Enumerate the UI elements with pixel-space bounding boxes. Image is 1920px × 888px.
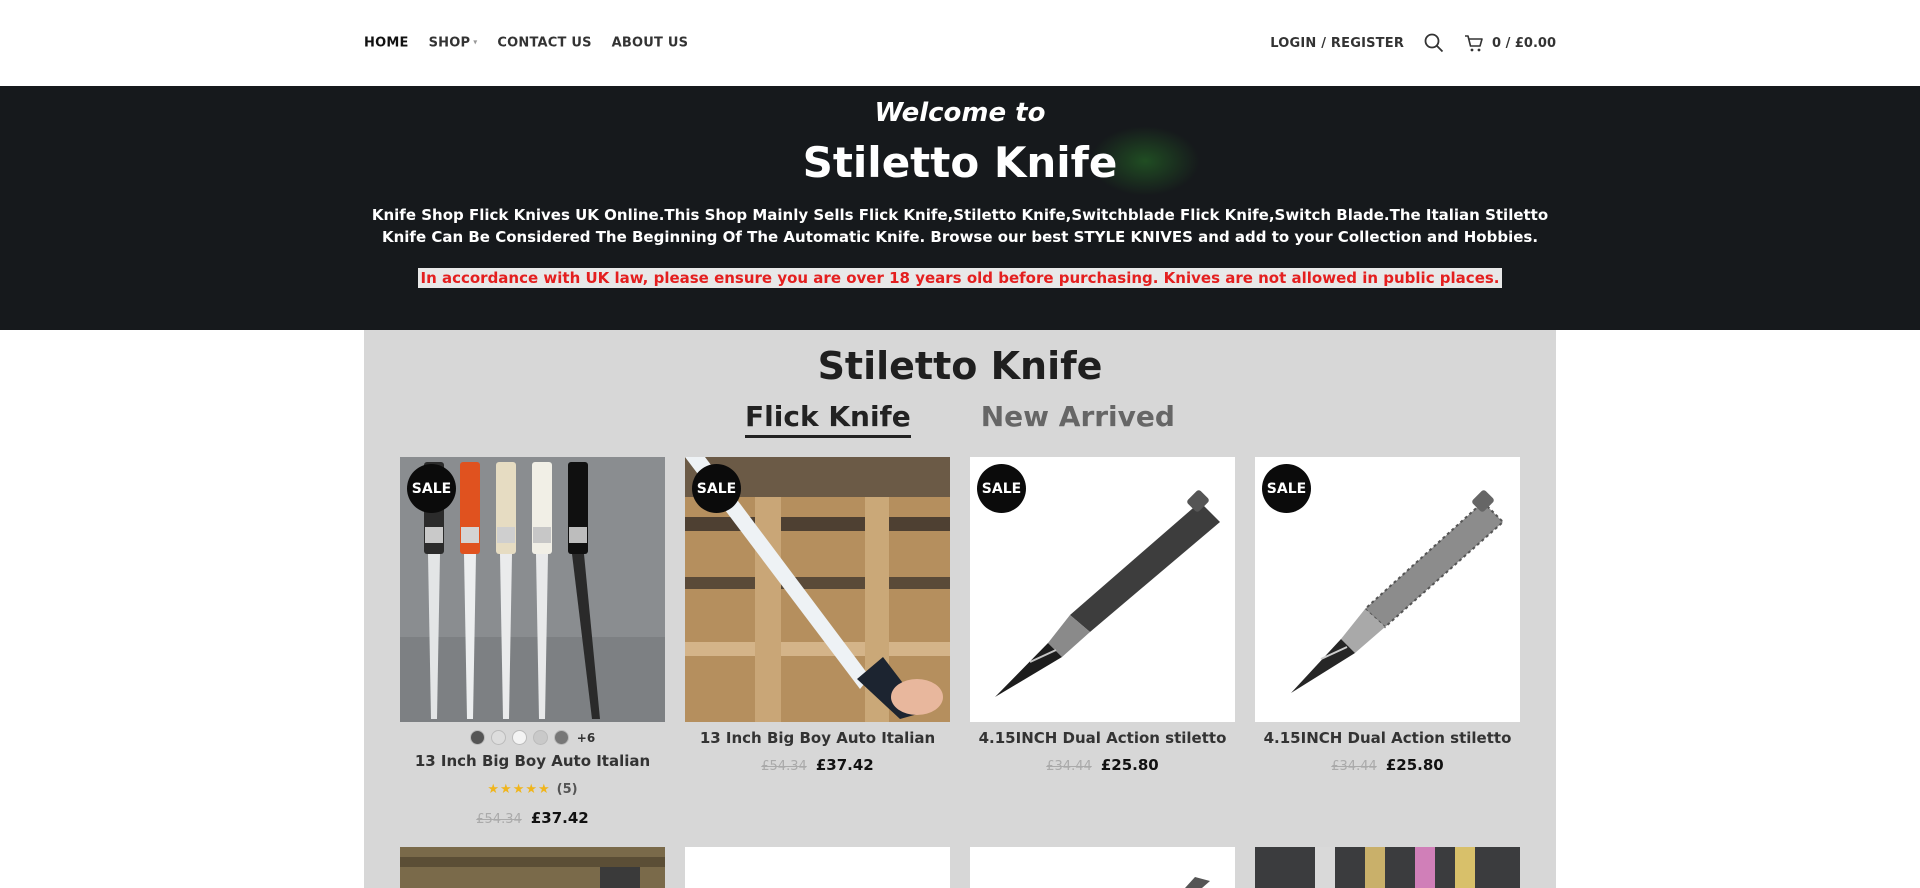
product-name[interactable]: 4.15INCH Dual Action stiletto bbox=[1255, 729, 1520, 747]
sale-badge: SALE bbox=[977, 464, 1026, 513]
product-name[interactable]: 13 Inch Big Boy Auto Italian bbox=[685, 729, 950, 747]
cart-total: 0 / £0.00 bbox=[1492, 35, 1556, 51]
product-image[interactable] bbox=[400, 847, 665, 888]
product-card: SALE +6 13 Inch Big Boy Auto Italian ★★★… bbox=[400, 457, 665, 837]
cart-icon bbox=[1465, 35, 1483, 52]
old-price: £54.34 bbox=[476, 812, 522, 827]
review-count[interactable]: (5) bbox=[557, 782, 578, 797]
product-tabs: Flick Knife New Arrived bbox=[364, 400, 1556, 438]
swatch-option[interactable] bbox=[553, 730, 569, 745]
chevron-down-icon: ▾ bbox=[473, 37, 478, 47]
product-image[interactable] bbox=[685, 847, 950, 888]
tab-new-arrived[interactable]: New Arrived bbox=[981, 400, 1175, 438]
login-register-link[interactable]: LOGIN / REGISTER bbox=[1270, 36, 1404, 51]
nav-about[interactable]: ABOUT US bbox=[612, 36, 689, 51]
header-actions: LOGIN / REGISTER 0 / £0.00 bbox=[1270, 33, 1556, 53]
main-nav: HOME SHOP ▾ CONTACT US ABOUT US bbox=[364, 36, 688, 51]
sale-badge: SALE bbox=[692, 464, 741, 513]
site-header: HOME SHOP ▾ CONTACT US ABOUT US LOGIN / R… bbox=[0, 0, 1920, 86]
product-image[interactable] bbox=[1255, 847, 1520, 888]
hero-description: Knife Shop Flick Knives UK Online.This S… bbox=[371, 206, 1549, 246]
nav-shop-label: SHOP bbox=[428, 35, 471, 51]
sale-badge: SALE bbox=[1262, 464, 1311, 513]
swatch-option[interactable] bbox=[532, 730, 548, 745]
sale-price: £25.80 bbox=[1385, 756, 1444, 774]
product-card: SALE 13 Inch Big Boy Auto Italian £54.34… bbox=[685, 457, 950, 797]
more-swatches[interactable]: +6 bbox=[577, 731, 595, 745]
hero-title: Stiletto Knife bbox=[802, 138, 1118, 187]
age-warning: In accordance with UK law, please ensure… bbox=[418, 268, 1502, 288]
product-price: £34.44 £25.80 bbox=[970, 755, 1235, 774]
sale-price: £25.80 bbox=[1100, 756, 1159, 774]
tab-flick-knife[interactable]: Flick Knife bbox=[745, 400, 911, 438]
old-price: £34.44 bbox=[1331, 759, 1377, 774]
product-name[interactable]: 13 Inch Big Boy Auto Italian bbox=[400, 752, 665, 770]
hero-banner: Welcome to Stiletto Knife Knife Shop Fli… bbox=[0, 86, 1920, 330]
product-price: £54.34 £37.42 bbox=[685, 755, 950, 774]
product-card: SALE 4.15INCH Dual Action stiletto £34.4… bbox=[1255, 457, 1520, 797]
swatch-option[interactable] bbox=[511, 730, 527, 745]
nav-contact[interactable]: CONTACT US bbox=[497, 36, 591, 51]
product-rating: ★★★★★ (5) bbox=[400, 782, 665, 797]
sale-price: £37.42 bbox=[815, 756, 874, 774]
age-warning-row: In accordance with UK law, please ensure… bbox=[0, 268, 1920, 288]
nav-home[interactable]: HOME bbox=[364, 36, 409, 51]
products-section: Stiletto Knife Flick Knife New Arrived S… bbox=[364, 330, 1556, 888]
product-card: SALE 4.15INCH Dual Action stiletto £34.4… bbox=[970, 457, 1235, 797]
sale-price: £37.42 bbox=[530, 809, 589, 827]
swatch-option[interactable] bbox=[490, 730, 506, 745]
product-image[interactable] bbox=[970, 847, 1235, 888]
nav-shop[interactable]: SHOP ▾ bbox=[429, 36, 478, 51]
star-rating-icon: ★★★★★ bbox=[487, 782, 551, 797]
swatch-option[interactable] bbox=[469, 730, 485, 745]
hero-welcome: Welcome to bbox=[874, 98, 1046, 128]
color-swatches: +6 bbox=[400, 730, 665, 745]
product-name[interactable]: 4.15INCH Dual Action stiletto bbox=[970, 729, 1235, 747]
product-price: £54.34 £37.42 bbox=[400, 808, 665, 827]
search-icon[interactable] bbox=[1424, 33, 1444, 53]
section-title: Stiletto Knife bbox=[817, 344, 1103, 388]
old-price: £34.44 bbox=[1046, 759, 1092, 774]
old-price: £54.34 bbox=[761, 759, 807, 774]
product-price: £34.44 £25.80 bbox=[1255, 755, 1520, 774]
sale-badge: SALE bbox=[407, 464, 456, 513]
cart-button[interactable]: 0 / £0.00 bbox=[1464, 33, 1556, 53]
